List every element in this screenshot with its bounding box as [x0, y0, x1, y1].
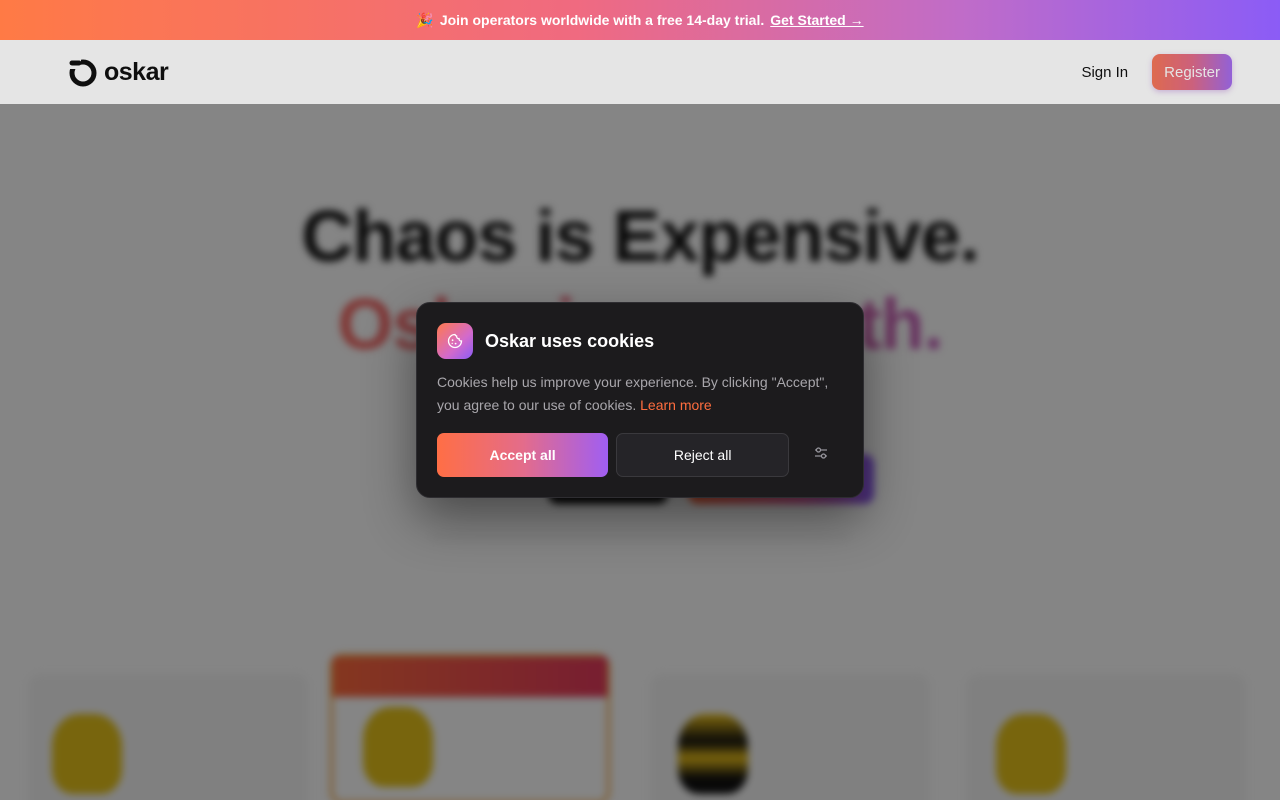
get-started-link[interactable]: Get Started → — [770, 12, 863, 28]
sliders-icon — [814, 446, 828, 465]
reject-all-button[interactable]: Reject all — [616, 433, 790, 477]
cookie-preferences-button[interactable] — [799, 433, 843, 477]
cookie-icon — [437, 323, 473, 359]
cookie-message-text: Cookies help us improve your experience.… — [437, 374, 829, 413]
cookie-dialog-header: Oskar uses cookies — [437, 323, 843, 359]
party-emoji-icon: 🎉 — [416, 11, 434, 28]
cookie-dialog-message: Cookies help us improve your experience.… — [437, 371, 843, 417]
cookie-dialog-title: Oskar uses cookies — [485, 330, 655, 351]
learn-more-link[interactable]: Learn more — [640, 397, 712, 413]
promo-text: Join operators worldwide with a free 14-… — [439, 12, 765, 28]
promo-banner: 🎉 Join operators worldwide with a free 1… — [0, 0, 1280, 40]
header-dim-overlay — [0, 40, 1280, 104]
accept-all-button[interactable]: Accept all — [437, 433, 609, 477]
cookie-dialog-actions: Accept all Reject all — [437, 433, 843, 477]
cookie-consent-dialog: Oskar uses cookies Cookies help us impro… — [416, 302, 864, 498]
